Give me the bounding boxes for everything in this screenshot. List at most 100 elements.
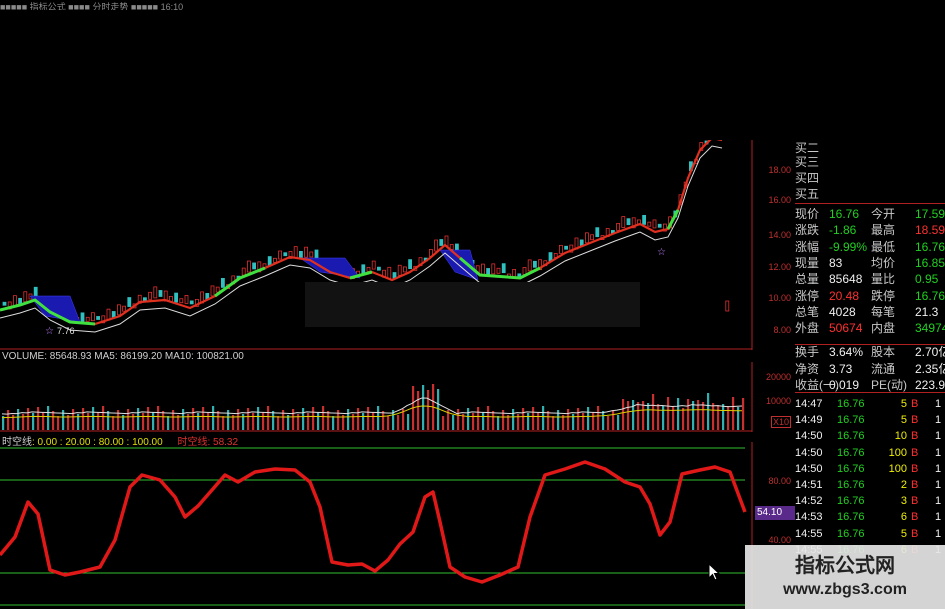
tick-price: 16.76	[837, 479, 865, 491]
volume-bar	[582, 413, 585, 430]
candle	[527, 259, 532, 272]
volume-bar	[387, 416, 390, 430]
tick-row: 14:50 16.76 100 B 1	[795, 461, 945, 477]
candle	[725, 300, 730, 312]
volume-bar	[32, 413, 35, 430]
quote-key: 股本	[871, 345, 896, 360]
volume-bar	[687, 399, 690, 430]
tick-row: 14:47 16.76 5 B 1	[795, 396, 945, 412]
candle	[158, 290, 163, 297]
volume-bar	[357, 408, 360, 430]
quote-key: 外盘	[795, 321, 820, 336]
candle	[142, 297, 147, 302]
volume-bar	[372, 412, 375, 430]
volume-bar	[327, 411, 330, 430]
volume-chart[interactable]	[0, 362, 755, 432]
quote-key: 换手	[795, 345, 820, 360]
candle	[215, 286, 220, 293]
volume-bar	[82, 408, 85, 430]
volume-bar	[577, 408, 580, 430]
volume-bar	[552, 416, 555, 430]
volume-bar	[422, 385, 425, 430]
candle	[642, 214, 646, 225]
candle	[267, 256, 272, 266]
volume-bar	[307, 413, 310, 430]
quote-value: 3.64%	[829, 345, 864, 360]
volume-bar	[252, 413, 255, 430]
volume-bar	[92, 407, 95, 430]
volume-bar	[162, 411, 165, 430]
candle	[85, 316, 90, 322]
tick-row: 14:53 16.76 6 B 1	[795, 509, 945, 525]
tick-vol: 5	[900, 414, 907, 427]
star-marker-icon: ☆	[657, 247, 666, 258]
volume-bar	[332, 416, 335, 430]
tick-side: B	[911, 495, 919, 508]
candle	[148, 291, 153, 300]
candle	[309, 251, 314, 258]
volume-bar	[262, 412, 265, 430]
tick-vol: 3	[900, 495, 907, 508]
tick-time: 14:55	[795, 527, 823, 540]
volume-bar	[102, 406, 105, 430]
quote-key: 现量	[795, 255, 820, 270]
watermark-title: 指标公式网	[795, 555, 895, 577]
volume-bar	[112, 416, 115, 430]
volume-bar	[277, 416, 280, 430]
volume-bar	[467, 408, 470, 430]
quote-value: 16.76	[915, 239, 945, 254]
price-tick: 8.00	[773, 325, 791, 335]
tick-vol: 5	[900, 527, 907, 540]
tick-vol: 2	[900, 479, 907, 491]
volume-bar	[732, 397, 735, 430]
candle	[371, 260, 376, 270]
candle	[533, 260, 537, 268]
candle	[626, 218, 631, 226]
volume-bar	[677, 398, 680, 430]
volume-bar	[637, 402, 640, 430]
quote-key: 涨跌	[795, 223, 820, 238]
candle	[439, 239, 444, 246]
volume-bar	[382, 411, 385, 430]
volume-bar	[587, 407, 590, 430]
quote-row: 总笔 4028 每笔 21.3	[795, 304, 945, 321]
quote-value: 4028	[829, 304, 856, 319]
volume-bar	[547, 411, 550, 430]
volume-bar	[417, 391, 420, 430]
oscillator-chart[interactable]	[0, 442, 755, 609]
tick-n: 1	[935, 527, 942, 540]
candle	[366, 266, 371, 272]
candle	[33, 286, 38, 297]
tick-price: 16.76	[837, 495, 865, 508]
volume-bar	[7, 410, 10, 430]
candle	[397, 264, 402, 276]
volume-bar	[617, 415, 620, 430]
volume-bar	[482, 412, 485, 430]
volume-bar	[312, 407, 315, 430]
candle	[616, 223, 620, 231]
volume-bar	[197, 413, 200, 430]
volume-bar	[682, 408, 685, 430]
tick-row: 14:51 16.76 2 B 1	[795, 477, 945, 493]
quote-key: 跌停	[871, 288, 896, 303]
tick-n: 1	[935, 511, 942, 524]
volume-bar	[87, 413, 90, 430]
tick-n: 1	[935, 414, 942, 427]
tick-side: B	[911, 462, 919, 475]
volume-bar	[212, 406, 215, 430]
volume-tick: 10000	[765, 396, 791, 406]
volume-bar	[652, 394, 655, 430]
volume-bar	[37, 407, 40, 430]
quote-row: 涨幅 -9.99% 最低 16.76	[795, 239, 945, 256]
tick-time: 14:50	[795, 446, 823, 459]
candle	[585, 232, 589, 244]
quote-value: 20.48	[829, 288, 860, 303]
candle	[241, 267, 246, 276]
candle	[220, 277, 225, 288]
volume-bar	[52, 411, 55, 430]
order-book-row: 买三	[795, 155, 820, 169]
quote-key: 量比	[871, 272, 896, 287]
tick-n: 1	[935, 495, 942, 508]
quote-key: 内盘	[871, 321, 896, 336]
volume-bar	[362, 413, 365, 430]
